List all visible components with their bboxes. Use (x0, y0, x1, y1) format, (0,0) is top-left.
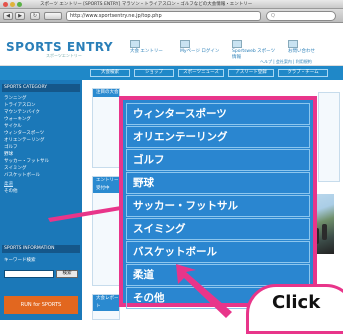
arrow-to-judo-icon (176, 264, 232, 318)
click-callout-text: Click (272, 292, 321, 313)
annotation-arrows (48, 206, 232, 318)
arrow-from-sidebar-icon (48, 206, 121, 222)
